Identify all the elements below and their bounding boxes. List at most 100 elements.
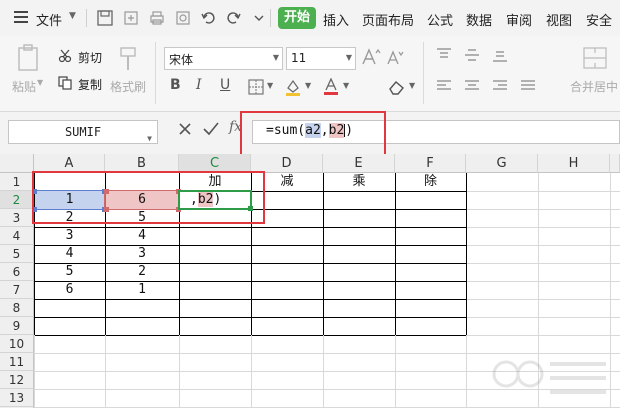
menu-bar: 文件 ▼ 开始 插入 页面布局 公式 数据 审阅 视图 安全 [0,0,620,36]
export-icon[interactable] [122,9,140,27]
row-header-9[interactable]: 9 [0,317,34,335]
row-header-3[interactable]: 3 [0,209,34,227]
font-color-icon[interactable] [322,78,340,96]
gridline-row [466,209,620,210]
column-header-e[interactable]: E [323,154,395,173]
customize-toolbar-icon[interactable] [250,9,268,27]
tab-formulas[interactable]: 公式 [427,10,453,29]
gridline-col [395,173,396,335]
fill-color-icon[interactable] [284,78,302,96]
column-header-h[interactable]: H [538,154,610,173]
chevron-down-icon: ▼ [147,134,152,143]
align-left-icon[interactable] [436,79,452,93]
tab-page-layout[interactable]: 页面布局 [362,10,414,29]
decrease-font-icon[interactable] [386,49,404,65]
print-preview-icon[interactable] [174,9,192,27]
chevron-down-icon[interactable]: ▼ [343,81,349,90]
gridline-col [466,173,467,335]
cell-a5[interactable]: 4 [34,245,105,263]
chevron-down-icon[interactable]: ▼ [305,81,311,90]
menu-icon[interactable] [14,11,28,23]
column-header-g[interactable]: G [466,154,538,173]
cell-e1[interactable]: 乘 [323,173,395,191]
align-top-icon[interactable] [436,48,452,62]
tab-data[interactable]: 数据 [466,10,492,29]
gridline-row [34,299,466,300]
align-center-icon[interactable] [464,79,480,93]
underline-icon[interactable]: U [220,77,230,93]
gridline-row [466,317,620,318]
divider [155,42,156,104]
row-header-1[interactable]: 1 [0,173,34,191]
gridline-row [34,317,466,318]
tab-security[interactable]: 安全 [586,10,612,29]
cancel-icon[interactable] [178,122,192,136]
italic-icon[interactable]: I [196,77,202,93]
merge-center-icon[interactable] [583,47,607,69]
row-header-13[interactable]: 13 [0,389,34,407]
font-size-select[interactable]: 11 ▼ [286,47,356,70]
format-painter-icon[interactable] [118,46,138,72]
divider [423,42,424,104]
chevron-down-icon: ▼ [272,53,279,62]
confirm-icon[interactable] [203,122,219,136]
divider [86,9,87,27]
row-header-7[interactable]: 7 [0,281,34,299]
chevron-down-icon[interactable]: ▼ [69,11,76,21]
row-header-5[interactable]: 5 [0,245,34,263]
tab-review[interactable]: 审阅 [506,10,532,29]
print-icon[interactable] [148,9,166,27]
gridline-col [105,335,106,408]
row-header-10[interactable]: 10 [0,335,34,353]
divider [270,9,271,27]
row-header-12[interactable]: 12 [0,371,34,389]
align-middle-icon[interactable] [464,48,480,62]
save-icon[interactable] [96,9,114,27]
row-header-2[interactable]: 2 [0,191,34,209]
cell-b7[interactable]: 1 [105,281,179,299]
cell-a4[interactable]: 3 [34,227,105,245]
row-header-8[interactable]: 8 [0,299,34,317]
increase-font-icon[interactable] [361,48,381,66]
column-header-f[interactable]: F [395,154,466,173]
cell-f1[interactable]: 除 [395,173,466,191]
merge-center-button[interactable]: 合并居中 [570,78,618,95]
cell-a7[interactable]: 6 [34,281,105,299]
annotation-box-cells [32,171,265,224]
row-header-6[interactable]: 6 [0,263,34,281]
borders-icon[interactable] [248,79,264,95]
select-all-corner[interactable] [0,154,34,173]
bold-icon[interactable]: B [170,77,181,93]
cell-b4[interactable]: 4 [105,227,179,245]
undo-icon[interactable] [200,9,218,27]
font-name-value: 宋体 [169,53,194,67]
chevron-down-icon[interactable]: ▼ [409,81,415,90]
distribute-icon[interactable] [520,79,536,93]
paste-button[interactable]: 粘贴 [12,78,36,95]
copy-button[interactable]: 复制 [78,76,102,93]
column-header-partial[interactable] [610,154,620,173]
cut-button[interactable]: 剪切 [78,49,102,66]
chevron-down-icon[interactable]: ▼ [267,81,273,90]
cell-a6[interactable]: 5 [34,263,105,281]
align-right-icon[interactable] [492,79,508,93]
row-header-4[interactable]: 4 [0,227,34,245]
annotation-box-formula [240,111,386,158]
cell-b5[interactable]: 3 [105,245,179,263]
file-menu[interactable]: 文件 [36,10,62,29]
redo-icon[interactable] [224,9,242,27]
format-painter-button[interactable]: 格式刷 [110,78,146,95]
tab-insert[interactable]: 插入 [323,10,349,29]
row-header-11[interactable]: 11 [0,353,34,371]
gridline-row [466,245,620,246]
align-bottom-icon[interactable] [492,48,508,62]
font-name-select[interactable]: 宋体 ▼ [164,47,283,70]
paste-icon[interactable] [16,44,40,72]
tab-home[interactable]: 开始 [278,7,316,29]
cell-b6[interactable]: 2 [105,263,179,281]
name-box[interactable]: SUMIF ▼ [8,120,158,144]
tab-view[interactable]: 视图 [546,10,572,29]
chevron-down-icon[interactable]: ▼ [37,78,43,87]
gridline-col [323,173,324,335]
clear-format-icon[interactable] [387,79,407,95]
